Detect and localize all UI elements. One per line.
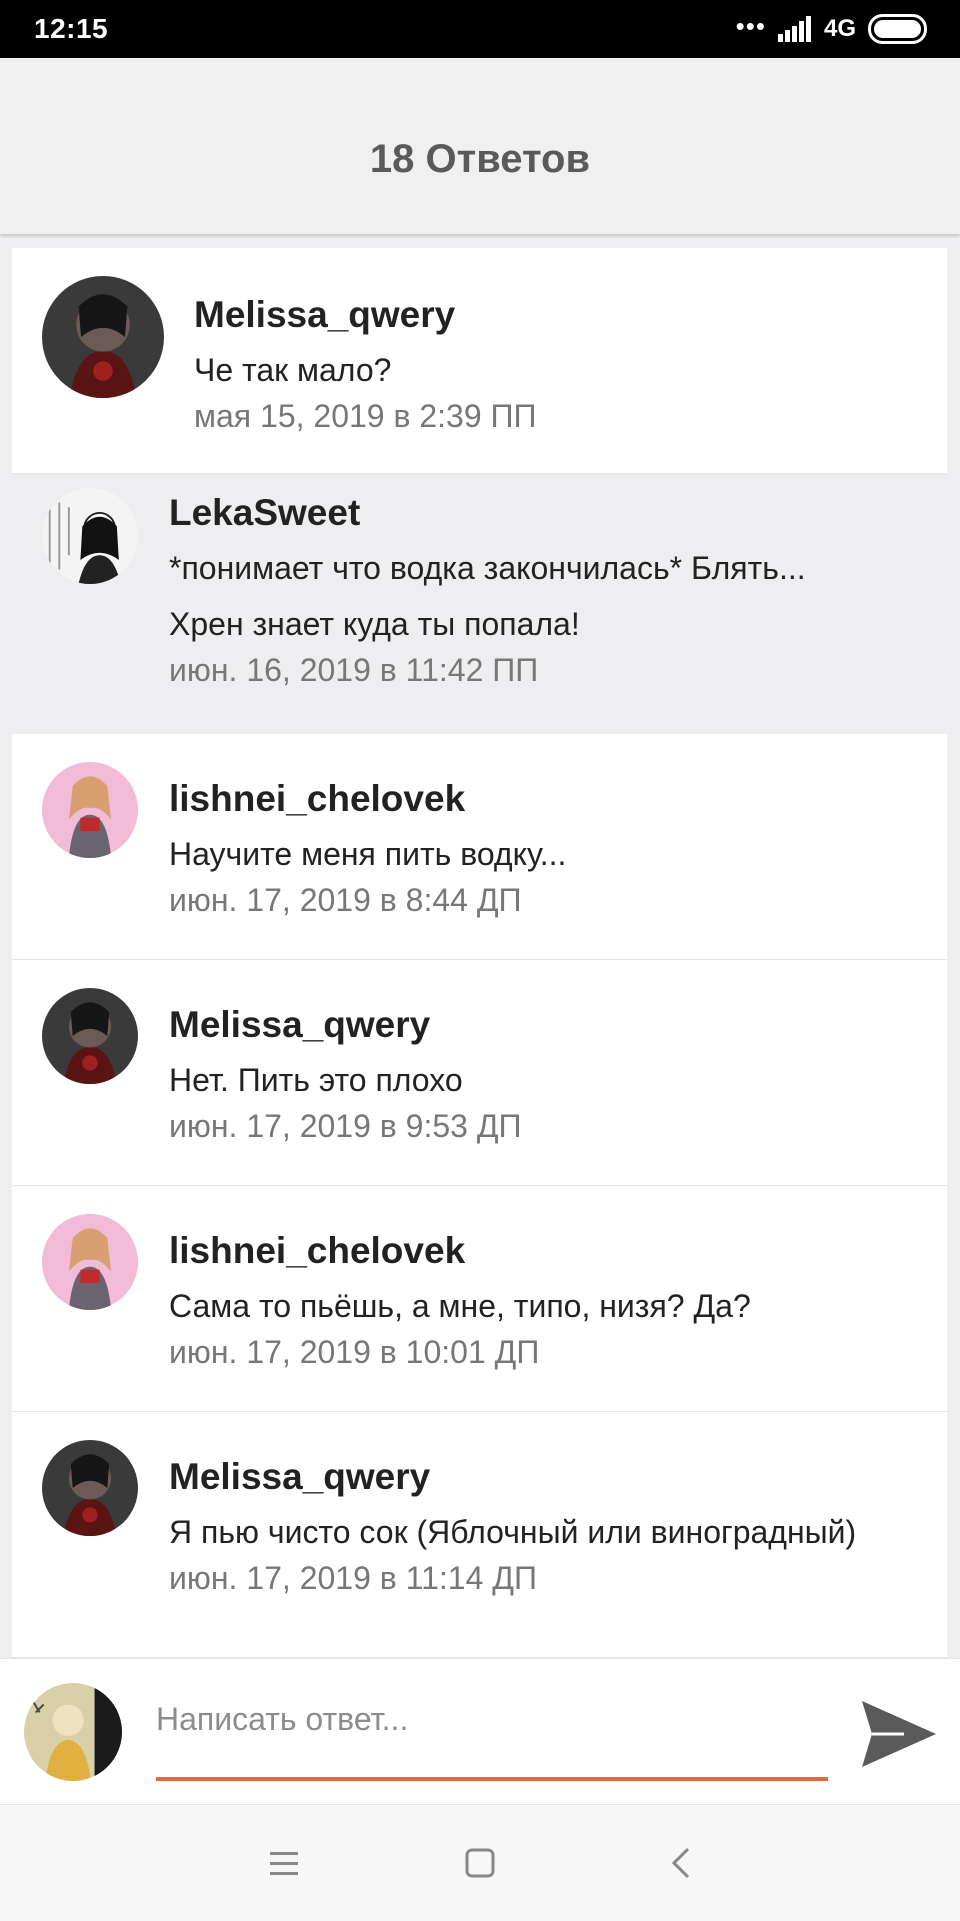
network-type: 4G xyxy=(823,15,856,42)
author-name[interactable]: Melissa_qwery xyxy=(194,294,537,336)
current-user-avatar[interactable] xyxy=(24,1683,122,1781)
reply-text: Научите меня пить водку... xyxy=(169,836,567,872)
author-name[interactable]: lishnei_chelovek xyxy=(169,778,566,820)
notification-dots-icon: ••• xyxy=(735,11,766,41)
reply-text: Хрен знает куда ты попала! xyxy=(169,606,580,642)
reply-item[interactable]: lishnei_chelovek Научите меня пить водку… xyxy=(12,734,947,960)
reply-text: Че так мало? xyxy=(194,352,392,388)
author-name[interactable]: Melissa_qwery xyxy=(169,1004,522,1046)
avatar[interactable] xyxy=(42,762,138,858)
reply-date: июн. 17, 2019 в 9:53 ДП xyxy=(169,1108,522,1144)
battery-icon xyxy=(868,14,927,44)
avatar[interactable] xyxy=(42,276,164,398)
author-name[interactable]: LekaSweet xyxy=(169,492,806,534)
status-time: 12:15 xyxy=(34,13,109,44)
reply-item[interactable]: lishnei_chelovek Сама то пьёшь, а мне, т… xyxy=(12,1186,947,1412)
menu-icon[interactable] xyxy=(264,1843,304,1883)
signal-icon xyxy=(777,16,811,42)
reply-date: июн. 17, 2019 в 10:01 ДП xyxy=(169,1334,540,1370)
avatar[interactable] xyxy=(42,1440,138,1536)
reply-date: июн. 17, 2019 в 8:44 ДП xyxy=(169,882,522,918)
input-underline xyxy=(156,1777,828,1781)
pink-character-avatar-icon xyxy=(42,762,138,858)
page-title: 18 Ответов xyxy=(369,136,591,181)
reply-composer xyxy=(0,1658,960,1805)
status-icons: ••• 4G xyxy=(735,11,930,44)
dark-character-avatar-icon xyxy=(42,276,164,398)
reply-input[interactable] xyxy=(156,1689,828,1749)
avatar[interactable] xyxy=(42,488,138,584)
pink-character-avatar-icon xyxy=(42,1214,138,1310)
reply-date: июн. 16, 2019 в 11:42 ПП xyxy=(169,652,539,688)
header: 18 Ответов xyxy=(0,58,960,234)
system-nav-bar xyxy=(0,1804,960,1921)
dark-character-avatar-icon xyxy=(42,988,138,1084)
author-name[interactable]: Melissa_qwery xyxy=(169,1456,856,1498)
author-name[interactable]: lishnei_chelovek xyxy=(169,1230,751,1272)
dark-character-avatar-icon xyxy=(42,1440,138,1536)
user-avatar-icon xyxy=(24,1683,122,1781)
reply-text: Сама то пьёшь, а мне, типо, низя? Да? xyxy=(169,1288,751,1324)
back-icon[interactable] xyxy=(662,1843,702,1883)
avatar[interactable] xyxy=(42,1214,138,1310)
status-bar: 12:15 ••• 4G xyxy=(0,0,960,58)
home-icon[interactable] xyxy=(460,1843,500,1883)
reply-date: июн. 17, 2019 в 11:14 ДП xyxy=(169,1560,537,1596)
reply-item[interactable]: LekaSweet *понимает что водка закончилас… xyxy=(12,474,947,734)
reply-date: мая 15, 2019 в 2:39 ПП xyxy=(194,398,537,434)
send-icon[interactable] xyxy=(860,1699,938,1769)
sketch-character-avatar-icon xyxy=(42,488,138,584)
reply-text: Нет. Пить это плохо xyxy=(169,1062,463,1098)
avatar[interactable] xyxy=(42,988,138,1084)
reply-text: Я пью чисто сок (Яблочный или виноградны… xyxy=(169,1514,857,1550)
reply-item[interactable]: Melissa_qwery Че так мало? мая 15, 2019 … xyxy=(12,248,947,474)
reply-text: *понимает что водка закончилась* Блять..… xyxy=(169,550,806,586)
reply-list[interactable]: Melissa_qwery Че так мало? мая 15, 2019 … xyxy=(12,248,947,1658)
reply-item[interactable]: Melissa_qwery Нет. Пить это плохо июн. 1… xyxy=(12,960,947,1186)
reply-item[interactable]: Melissa_qwery Я пью чисто сок (Яблочный … xyxy=(12,1412,947,1658)
